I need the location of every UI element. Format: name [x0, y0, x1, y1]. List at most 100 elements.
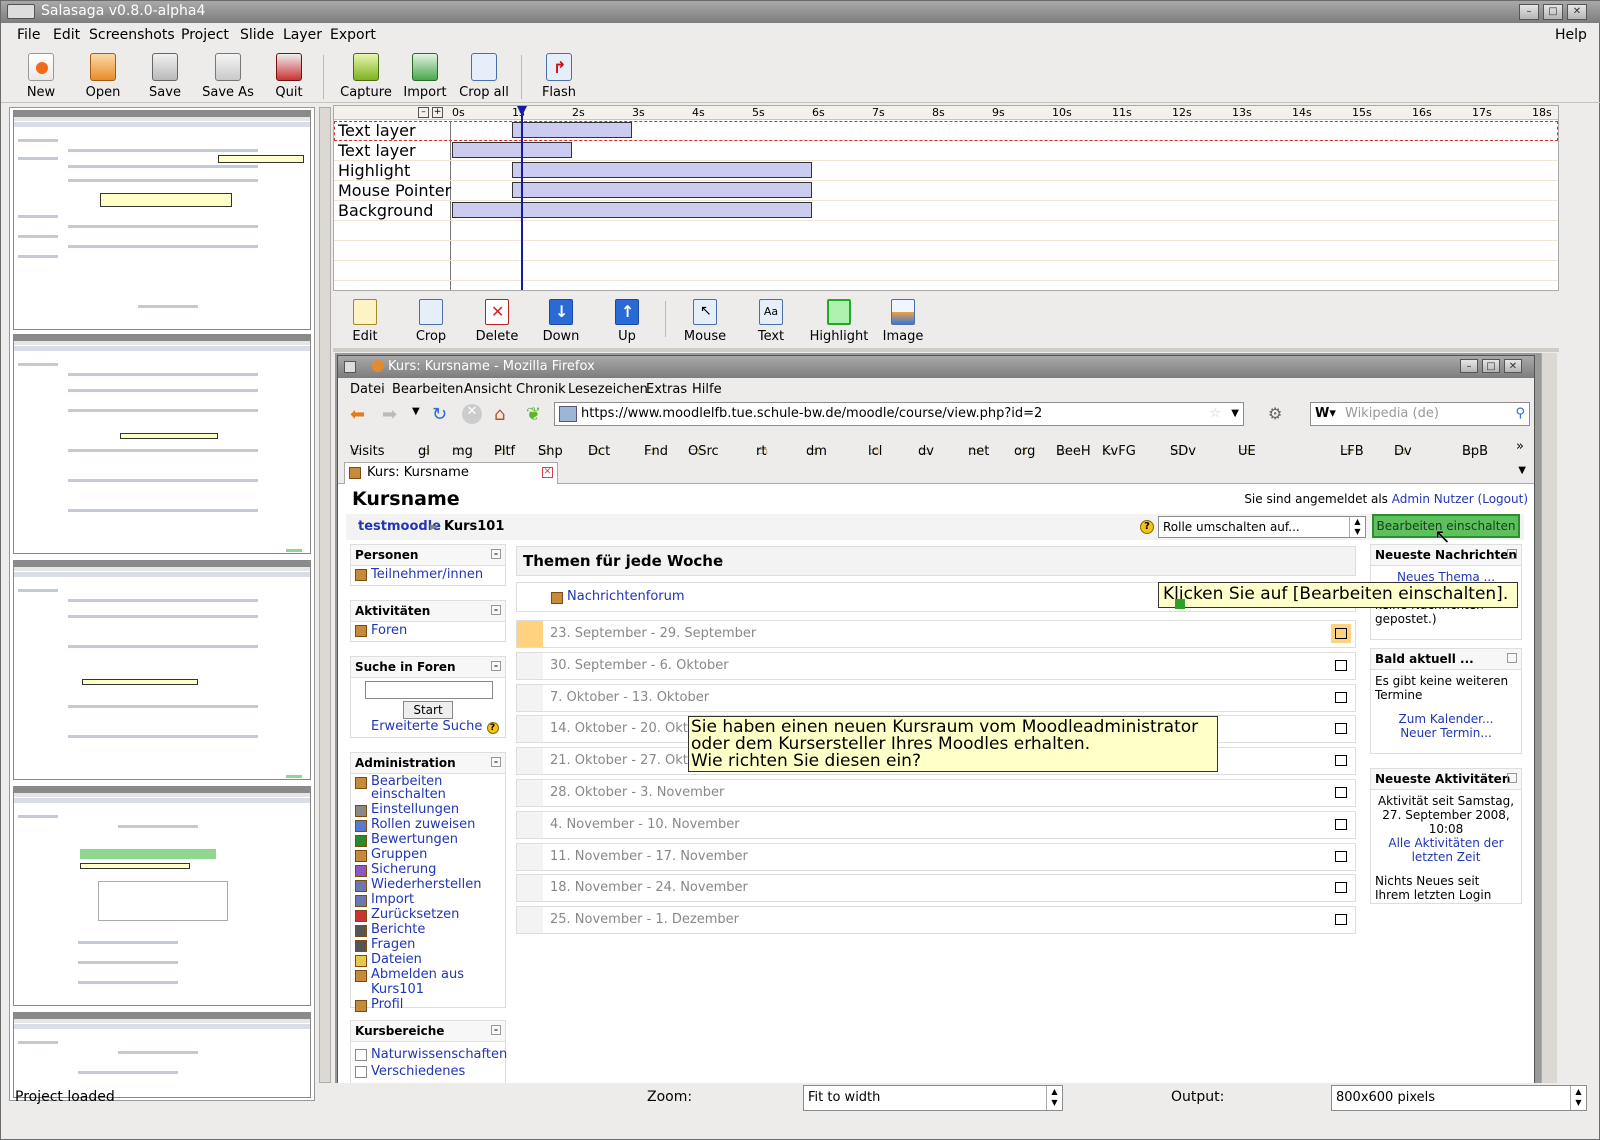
layer-duration-bar[interactable] [452, 202, 812, 218]
week-side-marker [517, 621, 543, 647]
moodle-favicon-icon [349, 467, 361, 479]
layer-duration-bar[interactable] [512, 122, 632, 138]
admin-item-icon [355, 955, 367, 967]
slide-thumbnail-2[interactable] [13, 334, 311, 554]
search-placeholder: Wikipedia (de) [1345, 406, 1439, 421]
layer-row[interactable]: Mouse Pointer [334, 181, 1558, 201]
menu-slide[interactable]: Slide [240, 27, 274, 43]
admin-item-icon [355, 850, 367, 862]
flash-button[interactable]: ↱ Flash [529, 53, 589, 100]
edit-layer-button[interactable]: Edit [335, 299, 395, 344]
capture-label: Capture [340, 85, 392, 100]
bookmark-label: Shp [538, 444, 563, 459]
tick-label: 2s [572, 106, 585, 119]
zoom-label: Zoom: [647, 1089, 693, 1105]
help-icon: ? [486, 722, 499, 734]
empty-layer-row[interactable] [334, 281, 1558, 290]
layer-row[interactable]: Background [334, 201, 1558, 221]
add-highlight-button[interactable]: Highlight [807, 299, 871, 344]
zoom-out-icon[interactable]: – [418, 107, 429, 118]
forum-icon [355, 625, 367, 637]
bookmark-label: dm [806, 444, 827, 459]
delete-layer-button[interactable]: ✕ Delete [467, 299, 527, 344]
category-icon [355, 1066, 367, 1078]
menu-edit[interactable]: Edit [53, 27, 80, 43]
empty-layer-row[interactable] [334, 221, 1558, 241]
block-admin-title: Administration [355, 756, 456, 770]
text-layer-callout-top[interactable]: Klicken Sie auf [Bearbeiten einschalten]… [1158, 582, 1518, 609]
recent-since-text: Aktivität seit Samstag, 27. September 20… [1377, 794, 1515, 836]
layer-row[interactable]: Text layer [334, 121, 1558, 141]
week-toggle-icon [1335, 914, 1347, 926]
menu-help[interactable]: Help [1555, 27, 1587, 43]
close-icon[interactable]: ✕ [1567, 4, 1587, 20]
admin-link-label: Zurücksetzen [371, 907, 460, 922]
move-up-button[interactable]: ↑ Up [597, 299, 657, 344]
layer-duration-bar[interactable] [512, 162, 812, 178]
admin-link: Einstellungen [351, 802, 505, 817]
add-image-button[interactable]: Image [873, 299, 933, 344]
role-switch-select: Rolle umschalten auf... ▲ ▼ [1158, 516, 1366, 538]
advanced-search-link: Erweiterte Suche ? [371, 719, 499, 734]
empty-layer-row[interactable] [334, 241, 1558, 261]
layer-row[interactable]: Text layer [334, 141, 1558, 161]
admin-item-icon [355, 925, 367, 937]
layer-duration-bar[interactable] [452, 142, 572, 158]
calendar-link: Zum Kalender... [1398, 712, 1494, 726]
admin-link-list: Bearbeiten einschalten Einstellungen Rolle… [351, 774, 505, 1012]
open-button[interactable]: Open [73, 53, 133, 100]
menu-export[interactable]: Export [330, 27, 376, 43]
category-label: Naturwissenschaften [371, 1047, 508, 1062]
category-link: Verschiedenes [351, 1063, 505, 1080]
salasaga-window: Salasaga v0.8.0-alpha4 – □ ✕ File Edit S… [0, 0, 1600, 1140]
menu-project[interactable]: Project [181, 27, 229, 43]
forum-icon [551, 592, 563, 604]
layer-toolbar-separator [665, 301, 666, 337]
import-button[interactable]: Import [393, 53, 457, 100]
layer-row[interactable]: Highlight [334, 161, 1558, 181]
week-toggle-icon [1335, 691, 1347, 703]
layer-name: Highlight [338, 161, 411, 180]
quit-button[interactable]: Quit [259, 53, 319, 100]
layer-duration-bar[interactable] [512, 182, 812, 198]
menu-layer[interactable]: Layer [283, 27, 322, 43]
week-side-marker [517, 780, 543, 806]
window-menu-icon[interactable] [7, 4, 35, 19]
save-as-button[interactable]: Save As [193, 53, 263, 100]
slide-thumbnail-1[interactable] [13, 110, 311, 330]
layer-name-cell [334, 261, 451, 280]
week-side-marker [517, 811, 543, 838]
admin-link-label: Dateien [371, 952, 422, 967]
add-mouse-button[interactable]: ↖ Mouse [675, 299, 735, 344]
empty-layer-row[interactable] [334, 261, 1558, 281]
upcoming-text: Es gibt keine weiteren Termine [1375, 674, 1509, 702]
maximize-icon[interactable]: □ [1543, 4, 1563, 20]
menu-bar: File Edit Screenshots Project Slide Laye… [1, 23, 1600, 47]
menu-screenshots[interactable]: Screenshots [89, 27, 175, 43]
save-button[interactable]: Save [135, 53, 195, 100]
minimize-icon[interactable]: – [1519, 4, 1539, 20]
output-size-select[interactable]: 800x600 pixels ▲ ▼ [1331, 1085, 1587, 1111]
time-cursor-handle[interactable] [517, 106, 527, 116]
crop-layer-button[interactable]: Crop [401, 299, 461, 344]
bookmark-label: KvFG [1102, 444, 1136, 459]
resize-handle-icon[interactable] [1175, 599, 1185, 609]
pane-divider[interactable] [333, 348, 1559, 352]
new-button[interactable]: New [11, 53, 71, 100]
slide-thumbnail-4[interactable] [13, 786, 311, 1006]
move-down-button[interactable]: ↓ Down [531, 299, 591, 344]
slide-preview: Kurs: Kursname - Mozilla Firefox – □ ✕ D… [335, 353, 1557, 1083]
tick-label: 8s [932, 106, 945, 119]
text-layer-callout-main[interactable]: Sie haben einen neuen Kursraum vom Moodl… [688, 716, 1218, 772]
slide-thumbnail-3[interactable] [13, 560, 311, 780]
menu-file[interactable]: File [17, 27, 40, 43]
capture-button[interactable]: Capture [331, 53, 401, 100]
zoom-in-icon[interactable]: + [432, 107, 443, 118]
thumbnail-scrollbar[interactable] [319, 107, 331, 1083]
add-text-button[interactable]: Aa Text [741, 299, 801, 344]
zoom-select[interactable]: Fit to width ▲ ▼ [803, 1085, 1063, 1111]
crop-all-button[interactable]: Crop all [449, 53, 519, 100]
delete-label: Delete [475, 329, 519, 344]
time-cursor[interactable] [521, 106, 523, 290]
preview-scrollbar[interactable] [1541, 353, 1557, 1083]
